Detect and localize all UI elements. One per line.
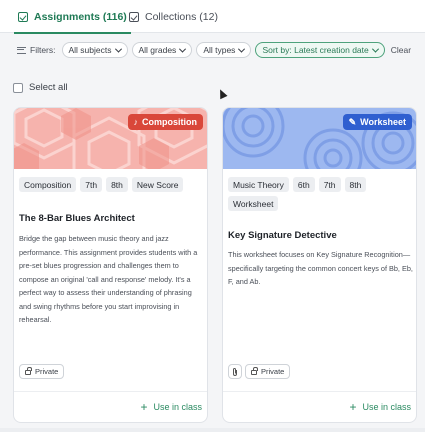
tag: 6th	[292, 177, 315, 192]
card-description: Bridge the gap between music theory and …	[19, 234, 198, 324]
type-badge: ♪ Composition	[127, 114, 203, 130]
tag: 7th	[318, 177, 341, 192]
type-badge: ✎ Worksheet	[342, 114, 412, 130]
use-in-class-label: Use in class	[153, 402, 202, 412]
subjects-dropdown-label: All subjects	[68, 45, 112, 55]
tab-bar: Assignments (116) Collections (12)	[0, 0, 425, 34]
music-note-icon: ♪	[133, 117, 139, 127]
tag: 8th	[106, 177, 128, 192]
tag: Composition	[19, 177, 77, 192]
select-all-label: Select all	[29, 82, 68, 93]
plus-icon: +	[140, 400, 148, 414]
folder-icon	[129, 11, 139, 22]
card-banner-image: ♪ Composition	[14, 108, 207, 169]
lock-icon	[25, 367, 32, 375]
tag: Music Theory	[228, 177, 289, 192]
privacy-badge: Private	[19, 364, 65, 379]
use-in-class-button[interactable]: + Use in class	[140, 400, 202, 414]
tab-assignments-label: Assignments (116)	[34, 10, 127, 23]
types-dropdown[interactable]: All types	[196, 42, 252, 58]
tab-collections[interactable]: Collections (12)	[129, 0, 218, 33]
tag-list: Music Theory 6th 7th 8th Worksheet	[228, 177, 414, 211]
sort-dropdown-label: Sort by: Latest creation date	[262, 45, 369, 55]
type-badge-label: Worksheet	[360, 117, 406, 127]
sort-dropdown[interactable]: Sort by: Latest creation date	[255, 42, 385, 58]
type-badge-label: Composition	[142, 117, 197, 127]
tag: 8th	[344, 177, 367, 192]
filters-label-text: Filters:	[30, 45, 56, 55]
grades-dropdown-label: All grades	[138, 45, 177, 55]
chevron-down-icon	[179, 45, 187, 53]
tag-list: Composition 7th 8th New Score	[19, 177, 205, 192]
card-title[interactable]: Key Signature Detective	[228, 230, 337, 241]
assignment-card[interactable]: ✎ Worksheet Music Theory 6th 7th 8th Wor…	[222, 107, 417, 423]
paperclip-icon	[233, 367, 237, 376]
mouse-cursor-icon	[216, 87, 228, 100]
chevron-down-icon	[114, 45, 122, 53]
types-dropdown-label: All types	[203, 45, 236, 55]
privacy-label: Private	[35, 367, 59, 376]
checkbox-icon	[13, 82, 23, 93]
privacy-label: Private	[261, 367, 285, 376]
chevron-down-icon	[371, 45, 379, 53]
tag: Worksheet	[228, 196, 279, 211]
filter-bar: Filters: All subjects All grades All typ…	[0, 38, 425, 62]
subjects-dropdown[interactable]: All subjects	[61, 42, 128, 58]
card-divider	[223, 391, 416, 392]
card-description: This worksheet focuses on Key Signature …	[228, 250, 413, 286]
filter-icon	[17, 46, 26, 54]
grades-dropdown[interactable]: All grades	[131, 42, 193, 58]
edit-icon: ✎	[348, 116, 357, 127]
tab-collections-label: Collections (12)	[145, 10, 218, 23]
assignment-card[interactable]: ♪ Composition Composition 7th 8th New Sc…	[13, 107, 208, 423]
check-square-icon	[18, 11, 28, 22]
lock-icon	[251, 367, 258, 375]
tag: 7th	[80, 177, 103, 192]
privacy-badge: Private	[245, 364, 291, 379]
card-title[interactable]: The 8-Bar Blues Architect	[19, 213, 135, 224]
plus-icon: +	[349, 400, 357, 414]
select-all-checkbox[interactable]: Select all	[13, 82, 68, 93]
use-in-class-button[interactable]: + Use in class	[349, 400, 411, 414]
card-divider	[14, 391, 207, 392]
card-banner-image: ✎ Worksheet	[223, 108, 416, 169]
tag: New Score	[131, 177, 184, 192]
bottom-edge	[0, 428, 425, 432]
use-in-class-label: Use in class	[362, 402, 411, 412]
tab-assignments[interactable]: Assignments (116)	[14, 0, 131, 34]
filters-label: Filters:	[17, 45, 56, 55]
attachment-icon[interactable]	[228, 364, 242, 379]
chevron-down-icon	[238, 45, 246, 53]
clear-filters-button[interactable]: Clear	[391, 45, 411, 55]
